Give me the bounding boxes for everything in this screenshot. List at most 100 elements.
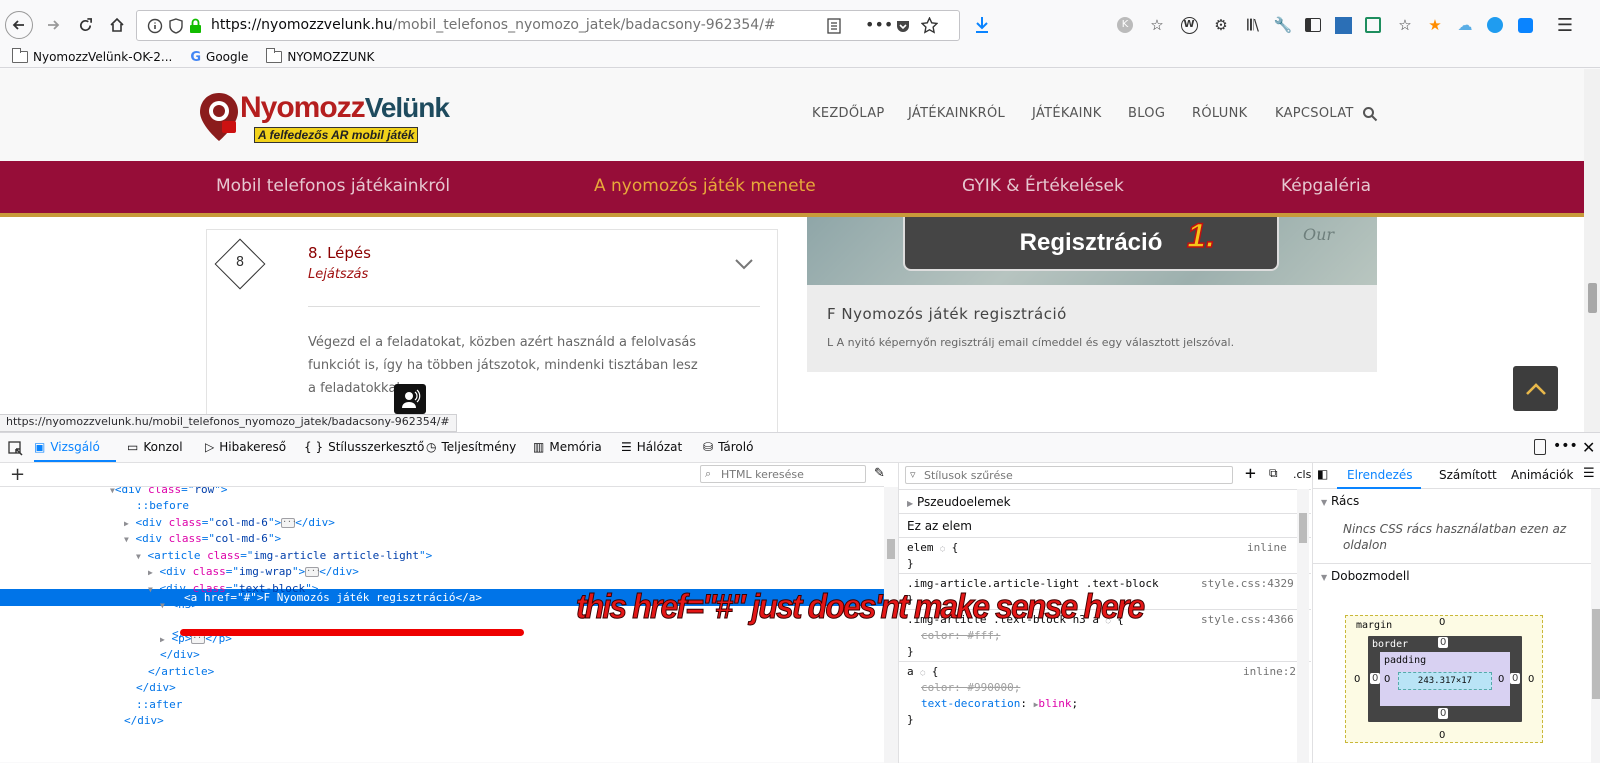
library-icon[interactable]: 𝄃𝄃\	[1242, 14, 1264, 36]
add-node-icon[interactable]: +	[10, 464, 25, 485]
tab-hibakereso[interactable]: ▷ Hibakereső	[205, 440, 286, 454]
markup-scrollbar-thumb[interactable]	[887, 539, 895, 559]
tree-node-after[interactable]: ::after	[136, 696, 182, 713]
layout-scrollbar[interactable]	[1591, 489, 1600, 763]
border-left-value[interactable]: 0	[1370, 673, 1381, 684]
devtools-close-icon[interactable]: ✕	[1582, 438, 1595, 457]
rules-scrollbar-thumb[interactable]	[1299, 513, 1307, 543]
pocket-icon[interactable]	[895, 18, 911, 34]
border-bottom-value[interactable]: 0	[1438, 708, 1449, 719]
forward-button[interactable]	[38, 10, 68, 40]
k-extension-icon[interactable]: K	[1114, 14, 1136, 36]
more-tabs-icon[interactable]: ☰	[1583, 466, 1595, 481]
tree-node-div-close[interactable]: </div>	[160, 646, 200, 663]
tab-elrendezes[interactable]: Elrendezés	[1347, 468, 1413, 482]
save-extension-icon[interactable]	[1362, 14, 1384, 36]
html-search-input[interactable]: ⌕ HTML keresése	[700, 465, 866, 483]
tree-node-col-md-6-collapsed[interactable]: ▶ <div class="col-md-6">···</div>	[124, 514, 335, 531]
dock-icon[interactable]	[1534, 439, 1546, 455]
chevron-down-icon[interactable]	[735, 258, 753, 270]
bookmark-manager-icon[interactable]: ☆	[1146, 14, 1168, 36]
tab-teljesitmeny[interactable]: ◷ Teljesítmény	[426, 440, 516, 454]
rule-source[interactable]: inline:2	[1243, 665, 1296, 678]
tree-node-row-close[interactable]: </div>	[124, 712, 164, 729]
margin-left-value[interactable]: 0	[1354, 674, 1360, 685]
nav-blog[interactable]: BLOG	[1128, 106, 1165, 121]
boxmodel-border[interactable]: border 0 0 0 0 padding 0 0 243.317×17	[1368, 636, 1522, 722]
home-button[interactable]	[102, 10, 132, 40]
collapsed-ellipsis-icon[interactable]: ···	[281, 518, 297, 528]
tab-stilusszerkeszto[interactable]: { } Stílusszerkesztő	[304, 440, 424, 454]
text-to-speech-icon[interactable]	[394, 384, 426, 414]
bookmark-google[interactable]: G Google	[190, 50, 248, 65]
tab-szamitott[interactable]: Számított	[1439, 468, 1497, 482]
w-extension-icon[interactable]: W	[1178, 14, 1200, 36]
reload-button[interactable]	[70, 10, 100, 40]
tab-halozat[interactable]: ☰ Hálózat	[621, 440, 682, 454]
rule-source[interactable]: style.css:4366	[1201, 613, 1294, 626]
site-logo[interactable]: NyomozzVelünk A felfedezős AR mobil játé…	[198, 89, 458, 149]
registration-title-link[interactable]: F Nyomozós játék regisztráció	[827, 305, 1067, 323]
nav-jatekaink[interactable]: JÁTÉKAINK	[1032, 106, 1102, 121]
info-icon[interactable]	[147, 18, 163, 34]
nav-rolunk[interactable]: RÓLUNK	[1192, 106, 1247, 121]
layout-scrollbar-thumb[interactable]	[1592, 609, 1600, 699]
rules-scrollbar[interactable]	[1297, 489, 1309, 763]
site-search-icon[interactable]	[1362, 106, 1378, 122]
margin-right-value[interactable]: 0	[1528, 674, 1534, 685]
bookmark-star-icon[interactable]	[921, 17, 938, 34]
border-top-value[interactable]: 0	[1438, 637, 1449, 648]
devtools-more-icon[interactable]: •••	[1553, 438, 1578, 454]
grid-section-toggle[interactable]: ▼ Rács	[1321, 494, 1359, 508]
cls-toggle[interactable]: .cls	[1293, 468, 1311, 481]
hamburger-menu-icon[interactable]: ☰	[1554, 14, 1576, 36]
tab-vizsgalo[interactable]: ▣ Vizsgáló	[34, 440, 100, 454]
subnav-mobil-jatekainkrol[interactable]: Mobil telefonos játékainkról	[216, 176, 450, 196]
sidebar-icon[interactable]	[1302, 14, 1324, 36]
bookmark-folder-nyomozzvelunk[interactable]: NyomozzVelünk-OK-2...	[12, 48, 172, 64]
tab-konzol[interactable]: ▭ Konzol	[127, 440, 183, 454]
overridden-declaration[interactable]: color: #fff;	[921, 629, 1001, 642]
tree-node-article-close[interactable]: </article>	[148, 663, 214, 680]
download-icon[interactable]	[974, 16, 990, 34]
rule-a-inline[interactable]: a ◌ {	[907, 665, 938, 678]
print-media-icon[interactable]: ⧉	[1269, 466, 1278, 481]
wrench-icon[interactable]: 🔧	[1272, 14, 1294, 36]
boxmodel-section-toggle[interactable]: ▼ Dobozmodell	[1321, 569, 1410, 583]
tree-node-anchor-selected[interactable]: <a href="#">F Nyomozós játék regisztráci…	[184, 589, 482, 606]
lock-icon[interactable]	[189, 18, 202, 34]
subnav-kepgaleria[interactable]: Képgaléria	[1281, 176, 1371, 196]
tracking-shield-icon[interactable]	[169, 18, 183, 34]
registration-button[interactable]: Regisztráció	[903, 217, 1279, 271]
boxmodel-content-size[interactable]: 243.317×17	[1398, 672, 1492, 690]
tab-tarolo[interactable]: ⛁ Tároló	[703, 440, 753, 454]
screenshot-extension-icon[interactable]	[1332, 14, 1354, 36]
padding-left-value[interactable]: 0	[1384, 674, 1390, 685]
subnav-jatek-menete-active[interactable]: A nyomozós játék menete	[594, 176, 816, 196]
tab-memoria[interactable]: ▥ Memória	[533, 440, 602, 454]
subnav-gyik[interactable]: GYIK & Értékelések	[962, 176, 1124, 196]
declaration-text-decoration[interactable]: text-decoration: ▶blink;	[921, 697, 1078, 710]
url-bar[interactable]: https://nyomozzvelunk.hu/mobil_telefonos…	[136, 10, 960, 41]
tab-animaciok[interactable]: Animációk	[1511, 468, 1573, 482]
orange-star-extension-icon[interactable]: ★	[1424, 14, 1446, 36]
rule-source[interactable]: inline	[1247, 541, 1287, 554]
nav-kezdolap[interactable]: KEZDŐLAP	[812, 106, 885, 121]
border-right-value[interactable]: 0	[1510, 673, 1521, 684]
back-button[interactable]	[4, 10, 34, 40]
page-actions-icon[interactable]: •••	[865, 15, 893, 34]
favorite-star-icon[interactable]: ☆	[1394, 14, 1416, 36]
tree-node-col-md-6-open[interactable]: ▼ <div class="col-md-6">	[124, 530, 281, 547]
overridden-declaration[interactable]: color: #990000;	[921, 681, 1020, 694]
pseudo-elements-toggle[interactable]: ▶ Pszeudoelemek	[907, 495, 1011, 509]
tree-node-img-wrap[interactable]: ▶ <div class="img-wrap">···</div>	[148, 563, 359, 580]
tree-node-col-close[interactable]: </div>	[136, 679, 176, 696]
scroll-to-top-button[interactable]	[1513, 366, 1558, 411]
bookmark-folder-nyomozzunk[interactable]: NYOMOZZUNK	[266, 48, 374, 64]
boxmodel-margin[interactable]: margin 0 0 0 0 border 0 0 0 0 padding 0 …	[1345, 615, 1543, 743]
page-scrollbar-thumb[interactable]	[1588, 283, 1597, 313]
tree-node-article[interactable]: ▼ <article class="img-article article-li…	[136, 547, 432, 564]
element-picker-icon[interactable]	[8, 441, 24, 457]
rule-source[interactable]: style.css:4329	[1201, 577, 1294, 590]
margin-bottom-value[interactable]: 0	[1439, 730, 1445, 741]
